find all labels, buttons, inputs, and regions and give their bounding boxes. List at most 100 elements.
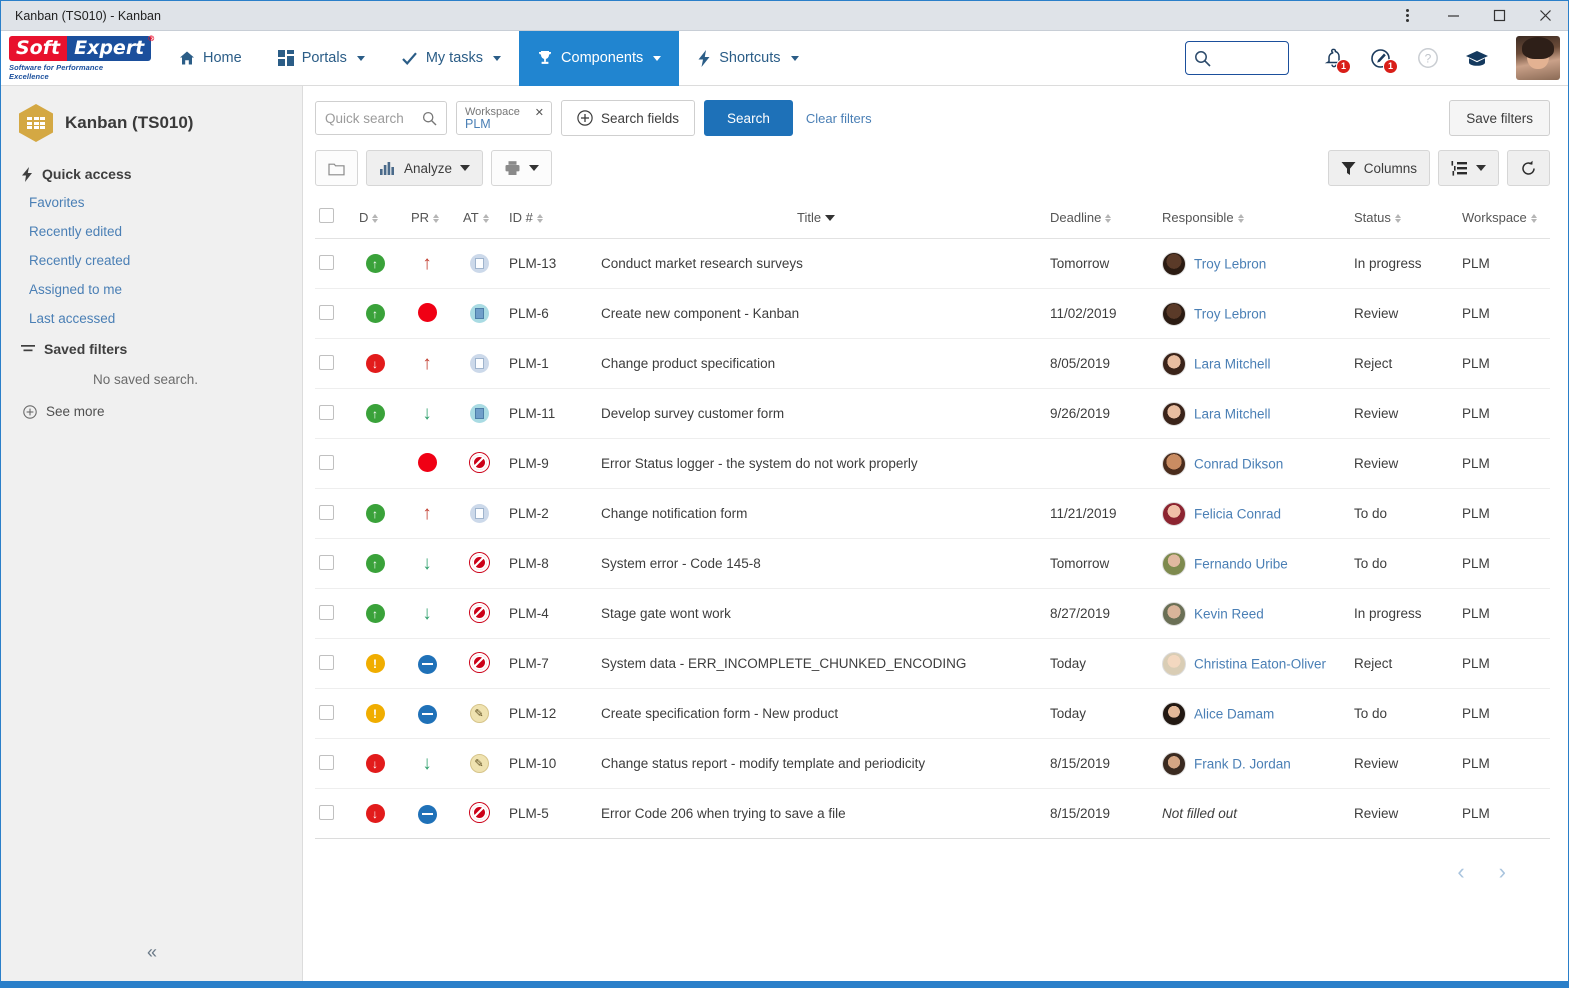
table-row[interactable]: PLM-9 Error Status logger - the system do… [315,438,1550,489]
responsible-name[interactable]: Conrad Dikson [1194,456,1283,471]
search-button[interactable]: Search [704,100,793,136]
minimize-button[interactable] [1430,1,1476,31]
table-row[interactable]: ↑ PLM-6 Create new component - Kanban 11/02… [315,288,1550,339]
sidebar-item-last-accessed[interactable]: Last accessed [1,304,302,333]
id-cell[interactable]: PLM-4 [505,588,597,639]
row-checkbox[interactable] [319,704,334,720]
title-cell[interactable]: Error Code 206 when trying to save a fil… [597,788,1046,839]
folder-button[interactable] [315,150,358,186]
row-checkbox[interactable] [319,404,334,420]
column-header-at[interactable]: AT [453,198,505,239]
column-header-d[interactable]: D [349,198,401,239]
row-checkbox[interactable] [319,354,334,370]
browser-menu-button[interactable] [1384,1,1430,31]
column-header-pr[interactable]: PR [401,198,453,239]
user-avatar[interactable] [1516,36,1560,80]
quick-search-input[interactable]: Quick search [315,101,447,135]
sort-icon[interactable] [1105,213,1112,223]
column-header-status[interactable]: Status [1350,198,1458,239]
see-more-button[interactable]: See more [1,396,302,427]
table-row[interactable]: ↑ ↓ PLM-8 System error - Code 145-8 Tomorrow… [315,538,1550,589]
row-checkbox[interactable] [319,804,334,820]
table-row[interactable]: ! ✎ PLM-12 Create specification form - New … [315,688,1550,739]
id-cell[interactable]: PLM-1 [505,338,597,389]
title-cell[interactable]: Error Status logger - the system do not … [597,438,1046,489]
title-cell[interactable]: Conduct market research surveys [597,238,1046,289]
filter-chip-workspace[interactable]: Workspace PLM ✕ [456,101,552,135]
title-cell[interactable]: System error - Code 145-8 [597,538,1046,589]
clear-filters-link[interactable]: Clear filters [806,111,872,126]
select-all-checkbox[interactable] [319,208,334,223]
sort-icon[interactable] [1394,213,1401,223]
responsible-name[interactable]: Lara Mitchell [1194,406,1271,421]
columns-button[interactable]: Columns [1327,150,1430,186]
nav-item-shortcuts[interactable]: Shortcuts [679,31,816,86]
view-options-button[interactable] [1438,150,1499,186]
sidebar-item-recently-edited[interactable]: Recently edited [1,217,302,246]
table-row[interactable]: ↓ ↑ PLM-1 Change product specification 8/05/… [315,338,1550,389]
id-cell[interactable]: PLM-5 [505,788,597,839]
nav-item-components[interactable]: Components [519,30,680,86]
title-cell[interactable]: Create specification form - New product [597,688,1046,739]
sidebar-collapse-button[interactable]: « [1,942,303,963]
close-button[interactable] [1522,1,1568,31]
alerts-button[interactable]: 1 [1370,48,1398,74]
table-row[interactable]: ↑ ↓ PLM-4 Stage gate wont work 8/27/2019 Kevi… [315,588,1550,639]
sidebar-item-assigned-to-me[interactable]: Assigned to me [1,275,302,304]
sort-icon[interactable] [372,213,379,223]
responsible-name[interactable]: Troy Lebron [1194,306,1266,321]
print-button[interactable] [491,150,553,186]
id-cell[interactable]: PLM-11 [505,388,597,439]
sort-icon[interactable] [1530,213,1537,223]
id-cell[interactable]: PLM-13 [505,238,597,289]
chip-remove-icon[interactable]: ✕ [535,106,544,119]
column-header-deadline[interactable]: Deadline [1046,198,1158,239]
id-cell[interactable]: PLM-6 [505,288,597,339]
title-cell[interactable]: Change notification form [597,488,1046,539]
id-cell[interactable]: PLM-7 [505,638,597,689]
search-fields-button[interactable]: Search fields [561,100,696,136]
row-checkbox[interactable] [319,554,334,570]
sort-icon[interactable] [1237,213,1244,223]
column-header-id[interactable]: ID # [505,198,597,239]
responsible-name[interactable]: Kevin Reed [1194,606,1264,621]
column-header-workspace[interactable]: Workspace [1458,198,1550,239]
title-cell[interactable]: Stage gate wont work [597,588,1046,639]
pagination-prev-button[interactable]: ‹ [1457,861,1464,883]
sidebar-item-favorites[interactable]: Favorites [1,188,302,217]
sort-icon[interactable] [482,213,489,223]
notifications-button[interactable]: 1 [1324,48,1351,74]
column-header-responsible[interactable]: Responsible [1158,198,1350,239]
responsible-name[interactable]: Alice Damam [1194,706,1274,721]
table-row[interactable]: ↑ ↑ PLM-2 Change notification form 11/21/201… [315,488,1550,539]
responsible-name[interactable]: Fernando Uribe [1194,556,1288,571]
row-checkbox[interactable] [319,754,334,770]
row-checkbox[interactable] [319,254,334,270]
id-cell[interactable]: PLM-2 [505,488,597,539]
responsible-name[interactable]: Felicia Conrad [1194,506,1281,521]
sidebar-item-recently-created[interactable]: Recently created [1,246,302,275]
nav-item-my-tasks[interactable]: My tasks [383,31,519,86]
table-row[interactable]: ↓ PLM-5 Error Code 206 when trying to save… [315,788,1550,839]
global-search-box[interactable] [1185,41,1289,75]
academy-button[interactable] [1465,49,1489,68]
nav-item-home[interactable]: Home [161,31,260,86]
pagination-next-button[interactable]: › [1499,861,1506,883]
title-cell[interactable]: Change status report - modify template a… [597,738,1046,789]
row-checkbox[interactable] [319,454,334,470]
row-checkbox[interactable] [319,304,334,320]
table-row[interactable]: ↑ ↓ PLM-11 Develop survey customer form 9/26… [315,388,1550,439]
sort-icon[interactable] [536,213,543,223]
id-cell[interactable]: PLM-12 [505,688,597,739]
title-cell[interactable]: Change product specification [597,338,1046,389]
title-cell[interactable]: System data - ERR_INCOMPLETE_CHUNKED_ENC… [597,638,1046,689]
save-filters-button[interactable]: Save filters [1449,100,1550,136]
softexpert-logo[interactable]: Soft Expert ® Software for Performance E… [9,34,155,81]
row-checkbox[interactable] [319,654,334,670]
help-button[interactable]: ? [1417,47,1439,69]
id-cell[interactable]: PLM-8 [505,538,597,589]
sort-icon[interactable] [433,213,440,223]
responsible-name[interactable]: Lara Mitchell [1194,356,1271,371]
sort-icon-active[interactable] [825,215,836,222]
maximize-button[interactable] [1476,1,1522,31]
